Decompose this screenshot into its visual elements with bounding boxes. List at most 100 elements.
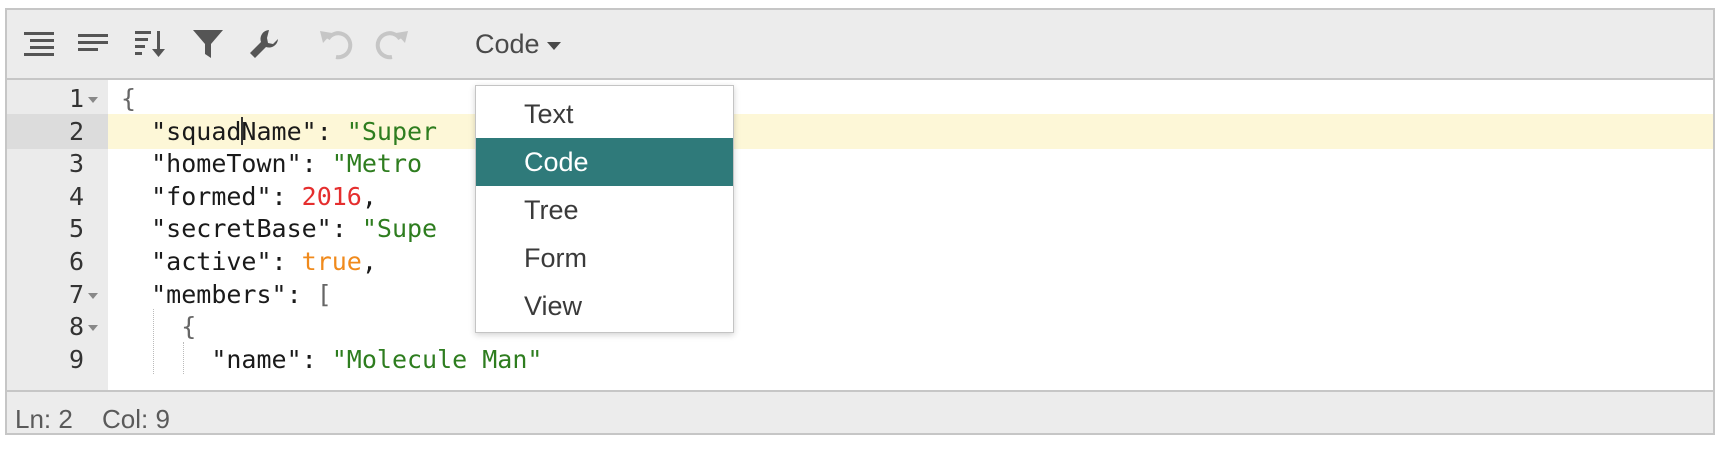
code-line[interactable]: 8 { (7, 309, 1713, 345)
code-token: 2016 (301, 181, 362, 211)
format-icon (24, 32, 54, 56)
gutter-cell: 1 (7, 81, 108, 117)
code-text: "name": "Molecule Man" (121, 342, 542, 378)
code-text: { (121, 309, 196, 345)
code-text: "active": true, (121, 244, 377, 280)
code-token: true (301, 247, 362, 276)
code-token: "formed" (151, 181, 272, 211)
code-token: : (316, 116, 347, 146)
mode-dropdown-button[interactable]: Code (475, 24, 561, 64)
repair-button[interactable] (244, 24, 284, 64)
code-token: : (301, 344, 332, 374)
code-token: "homeTown" (151, 149, 302, 179)
compact-icon (78, 34, 108, 51)
menu-item-tree[interactable]: Tree (476, 186, 733, 234)
line-number: 1 (68, 84, 84, 113)
code-line[interactable]: 4 "formed": 2016, (7, 179, 1713, 215)
line-number: 5 (68, 214, 84, 244)
code-token: "Molecule Man" (331, 344, 543, 374)
line-number: 3 (68, 149, 84, 179)
code-text: "secretBase": "Supe (121, 211, 437, 247)
mode-dropdown-menu: Text Code Tree Form View (475, 85, 734, 333)
code-text: "formed": 2016, (121, 179, 377, 215)
code-token: "active" (151, 247, 272, 276)
sort-icon (135, 31, 165, 57)
status-bar: Ln: 2 Col: 9 (7, 390, 1713, 433)
line-number: 2 (68, 116, 84, 146)
line-number: 9 (68, 344, 84, 374)
code-token: [ (316, 279, 332, 309)
fold-toggle-icon[interactable] (88, 325, 98, 332)
code-token: : (271, 181, 302, 211)
code-line[interactable]: 9 "name": "Molecule Man" (7, 342, 1713, 378)
gutter-cell: 4 (7, 179, 108, 215)
code-line[interactable]: 7 "members": [ (7, 277, 1713, 313)
menu-item-text[interactable]: Text (476, 90, 733, 138)
line-number-status: Ln: 2 (15, 404, 73, 434)
filter-icon (193, 30, 223, 58)
redo-icon (375, 31, 408, 60)
format-button[interactable] (19, 24, 59, 64)
undo-icon (320, 31, 353, 60)
indent-guide (153, 309, 155, 375)
code-text: "homeTown": "Metro (121, 146, 422, 182)
chevron-down-icon (546, 42, 561, 50)
code-token: { (121, 84, 137, 113)
code-area[interactable]: 1{2 "squadName": "Super 3 "homeTown": "Me… (7, 80, 1713, 390)
code-token: "Supe (361, 214, 438, 244)
compact-button[interactable] (73, 24, 113, 64)
code-token: , (361, 247, 377, 276)
code-line[interactable]: 3 "homeTown": "Metro (7, 146, 1713, 182)
gutter-cell: 2 (7, 113, 108, 150)
json-editor: Code 1{2 "squadName": "Super 3 "homeTown"… (5, 8, 1715, 435)
redo-button[interactable] (372, 24, 412, 64)
code-text: "squadName": "Super (121, 114, 437, 150)
fold-toggle-icon[interactable] (88, 97, 98, 103)
code-token: "name" (211, 344, 302, 374)
sort-button[interactable] (131, 24, 171, 64)
line-number: 4 (68, 181, 84, 211)
code-token: : (286, 279, 317, 309)
line-number: 8 (68, 312, 84, 342)
text-cursor (241, 116, 244, 145)
code-token: : (331, 214, 362, 244)
code-token: : (301, 149, 332, 179)
code-line[interactable]: 2 "squadName": "Super (7, 113, 1713, 150)
indent-guide (183, 341, 185, 375)
repair-wrench-icon (250, 30, 278, 58)
code-token: , (361, 181, 377, 211)
toolbar: Code (7, 10, 1713, 80)
mode-label: Code (475, 28, 540, 59)
code-line[interactable]: 1{ (7, 81, 1713, 117)
code-text: { (121, 81, 136, 117)
column-number-status: Col: 9 (102, 404, 170, 434)
gutter-cell: 5 (7, 211, 108, 247)
gutter-cell: 9 (7, 342, 108, 378)
code-line[interactable]: 6 "active": true, (7, 244, 1713, 280)
gutter-cell: 7 (7, 277, 108, 313)
menu-item-code[interactable]: Code (476, 138, 733, 186)
code-token: "Metro (331, 149, 423, 179)
menu-item-view[interactable]: View (476, 282, 733, 330)
menu-item-form[interactable]: Form (476, 234, 733, 282)
code-token: "Super (346, 116, 438, 146)
code-token: : (271, 247, 302, 276)
gutter-cell: 6 (7, 244, 108, 280)
code-line[interactable]: 5 "secretBase": "Supe (7, 211, 1713, 247)
code-token: "members" (151, 279, 287, 309)
gutter-cell: 3 (7, 146, 108, 182)
code-token: "squadName" (151, 116, 317, 146)
filter-button[interactable] (188, 24, 228, 64)
line-number: 6 (68, 247, 84, 276)
fold-toggle-icon[interactable] (88, 292, 98, 299)
line-number: 7 (68, 279, 84, 309)
undo-button[interactable] (316, 24, 356, 64)
